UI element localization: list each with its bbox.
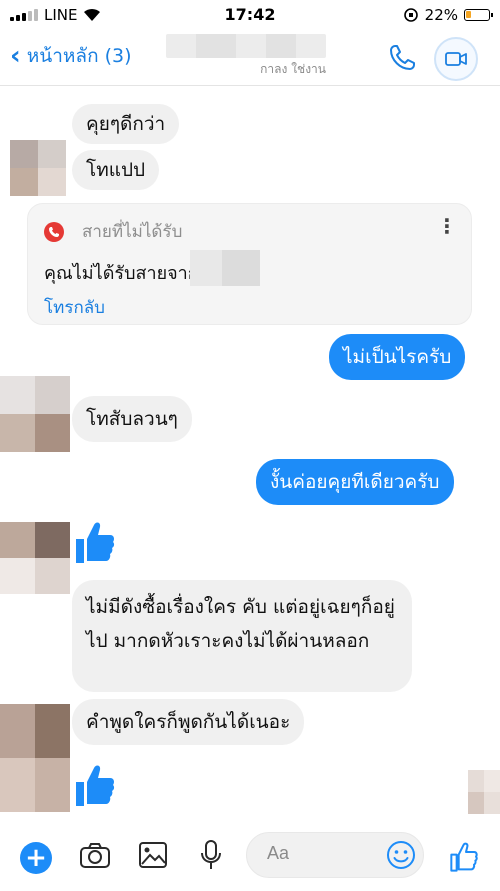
missed-call-icon [44, 222, 64, 242]
more-dots-icon[interactable]: ⋮ [437, 216, 457, 236]
avatar [0, 376, 70, 452]
video-camera-icon [445, 52, 467, 66]
message-outgoing[interactable]: ไม่เป็นไรครับ [329, 334, 466, 380]
avatar [0, 522, 70, 594]
missed-call-label: สายที่ไม่ได้รับ [82, 222, 183, 242]
call-back-link[interactable]: โทรกลับ [44, 294, 105, 321]
message-incoming[interactable]: คุยๆดีกว่า [72, 104, 180, 144]
back-button[interactable]: ‹ หน้าหลัก (3) [10, 41, 132, 71]
avatar [468, 770, 500, 814]
contact-name-blurred [166, 34, 326, 58]
message-outgoing[interactable]: งั้นค่อยคุยทีเดียวครับ [256, 459, 454, 505]
avatar [0, 704, 70, 812]
image-icon[interactable] [136, 838, 170, 872]
thumbs-up-icon[interactable] [448, 840, 480, 872]
avatar [10, 140, 66, 196]
caller-name-blurred [190, 250, 260, 286]
back-chevron-icon: ‹ [10, 41, 21, 71]
orientation-lock-icon [403, 8, 418, 22]
missed-call-text: คุณไม่ได้รับสายจาก [44, 263, 199, 284]
message-incoming[interactable]: โทแปป [72, 150, 160, 190]
camera-icon[interactable] [78, 838, 112, 872]
message-incoming-long[interactable]: ไม่มีดังซื้อเรื่องใคร คับ แต่อยู่เฉยๆก็อ… [72, 580, 412, 692]
message-composer: + Aa [0, 822, 500, 891]
missed-call-card[interactable]: สายที่ไม่ได้รับ ⋮ คุณไม่ได้รับสายจาก โทร… [27, 203, 472, 325]
message-incoming[interactable]: คำพูดใครก็พูดกันได้เนอะ [72, 699, 305, 745]
status-bar: LINE 17:42 22% [0, 0, 500, 30]
battery-icon [464, 9, 493, 21]
phone-icon[interactable] [386, 42, 418, 74]
video-call-button[interactable] [434, 37, 478, 81]
message-incoming[interactable]: โทสับลวนๆ [72, 396, 192, 442]
thumbs-up-icon [76, 765, 115, 806]
emoji-icon[interactable] [386, 840, 416, 870]
microphone-icon[interactable] [194, 838, 228, 872]
back-label: หน้าหลัก (3) [26, 45, 132, 67]
thumbs-up-icon [76, 522, 115, 563]
active-status: กาลง ใช่งาน [260, 62, 326, 76]
chat-header: ‹ หน้าหลัก (3) กาลง ใช่งาน [0, 30, 500, 86]
battery-percent: 22% [424, 6, 458, 24]
plus-icon[interactable]: + [20, 842, 52, 874]
